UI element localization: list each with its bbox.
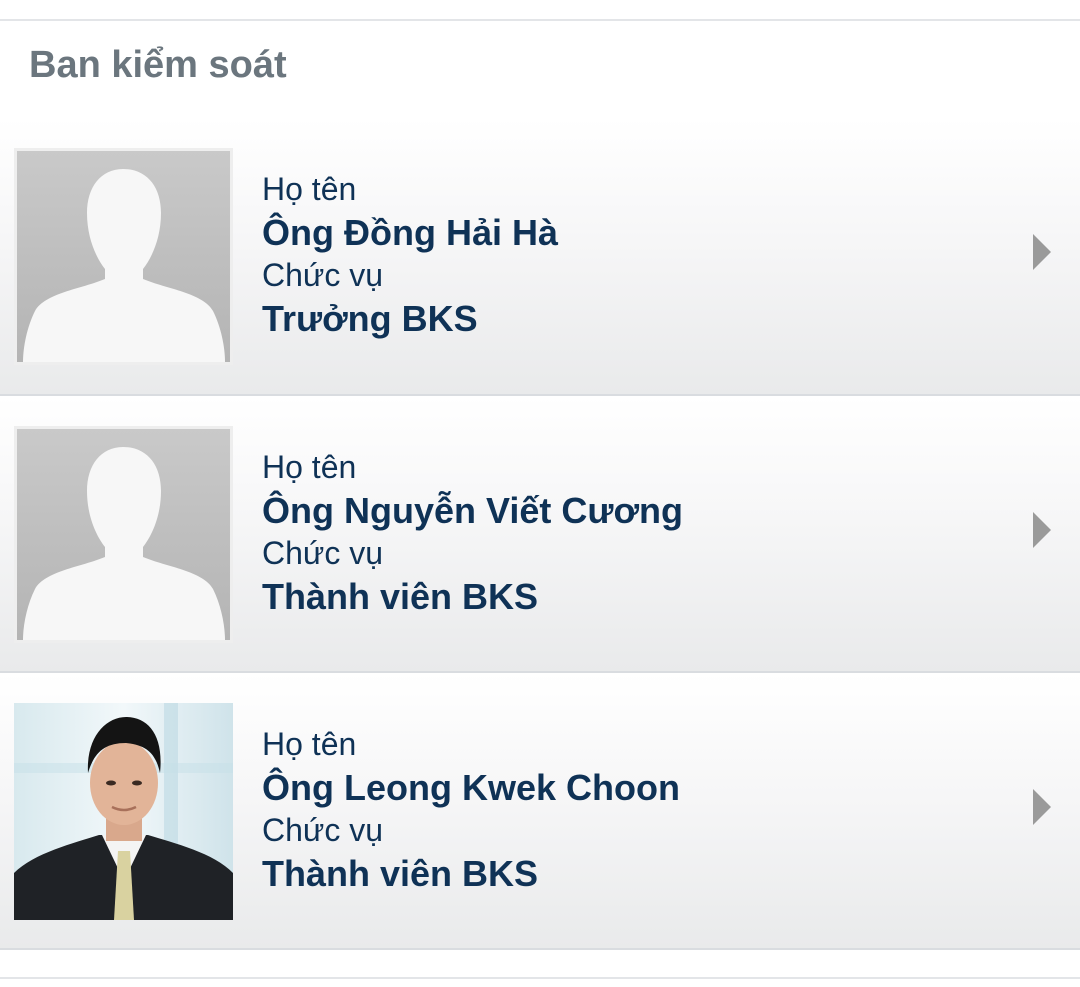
member-name: Ông Leong Kwek Choon xyxy=(262,767,680,808)
chevron-right-icon[interactable] xyxy=(1031,787,1053,827)
member-row[interactable]: Họ tên Ông Đồng Hải Hà Chức vụ Trưởng BK… xyxy=(0,118,1080,396)
member-row[interactable]: Họ tên Ông Leong Kwek Choon Chức vụ Thàn… xyxy=(0,673,1080,950)
chevron-right-icon[interactable] xyxy=(1031,510,1053,550)
name-label: Họ tên xyxy=(262,171,357,207)
name-label: Họ tên xyxy=(262,726,357,762)
member-info: Họ tên Ông Nguyễn Viết Cương Chức vụ Thà… xyxy=(262,446,683,618)
top-divider xyxy=(0,19,1080,21)
member-info: Họ tên Ông Đồng Hải Hà Chức vụ Trưởng BK… xyxy=(262,168,558,340)
section-title: Ban kiểm soát xyxy=(29,44,287,86)
member-photo xyxy=(14,703,233,920)
bottom-divider xyxy=(0,977,1080,979)
member-info: Họ tên Ông Leong Kwek Choon Chức vụ Thàn… xyxy=(262,723,680,895)
member-role: Trưởng BKS xyxy=(262,298,478,339)
member-role: Thành viên BKS xyxy=(262,853,539,894)
member-name: Ông Nguyễn Viết Cương xyxy=(262,490,684,531)
member-name: Ông Đồng Hải Hà xyxy=(262,212,558,253)
role-label: Chức vụ xyxy=(262,535,384,571)
member-list: Họ tên Ông Đồng Hải Hà Chức vụ Trưởng BK… xyxy=(0,118,1080,950)
placeholder-avatar-icon xyxy=(14,426,233,643)
chevron-right-icon[interactable] xyxy=(1031,232,1053,272)
role-label: Chức vụ xyxy=(262,257,384,293)
role-label: Chức vụ xyxy=(262,812,384,848)
member-role: Thành viên BKS xyxy=(262,576,539,617)
member-row[interactable]: Họ tên Ông Nguyễn Viết Cương Chức vụ Thà… xyxy=(0,396,1080,673)
name-label: Họ tên xyxy=(262,449,357,485)
placeholder-avatar-icon xyxy=(14,148,233,365)
